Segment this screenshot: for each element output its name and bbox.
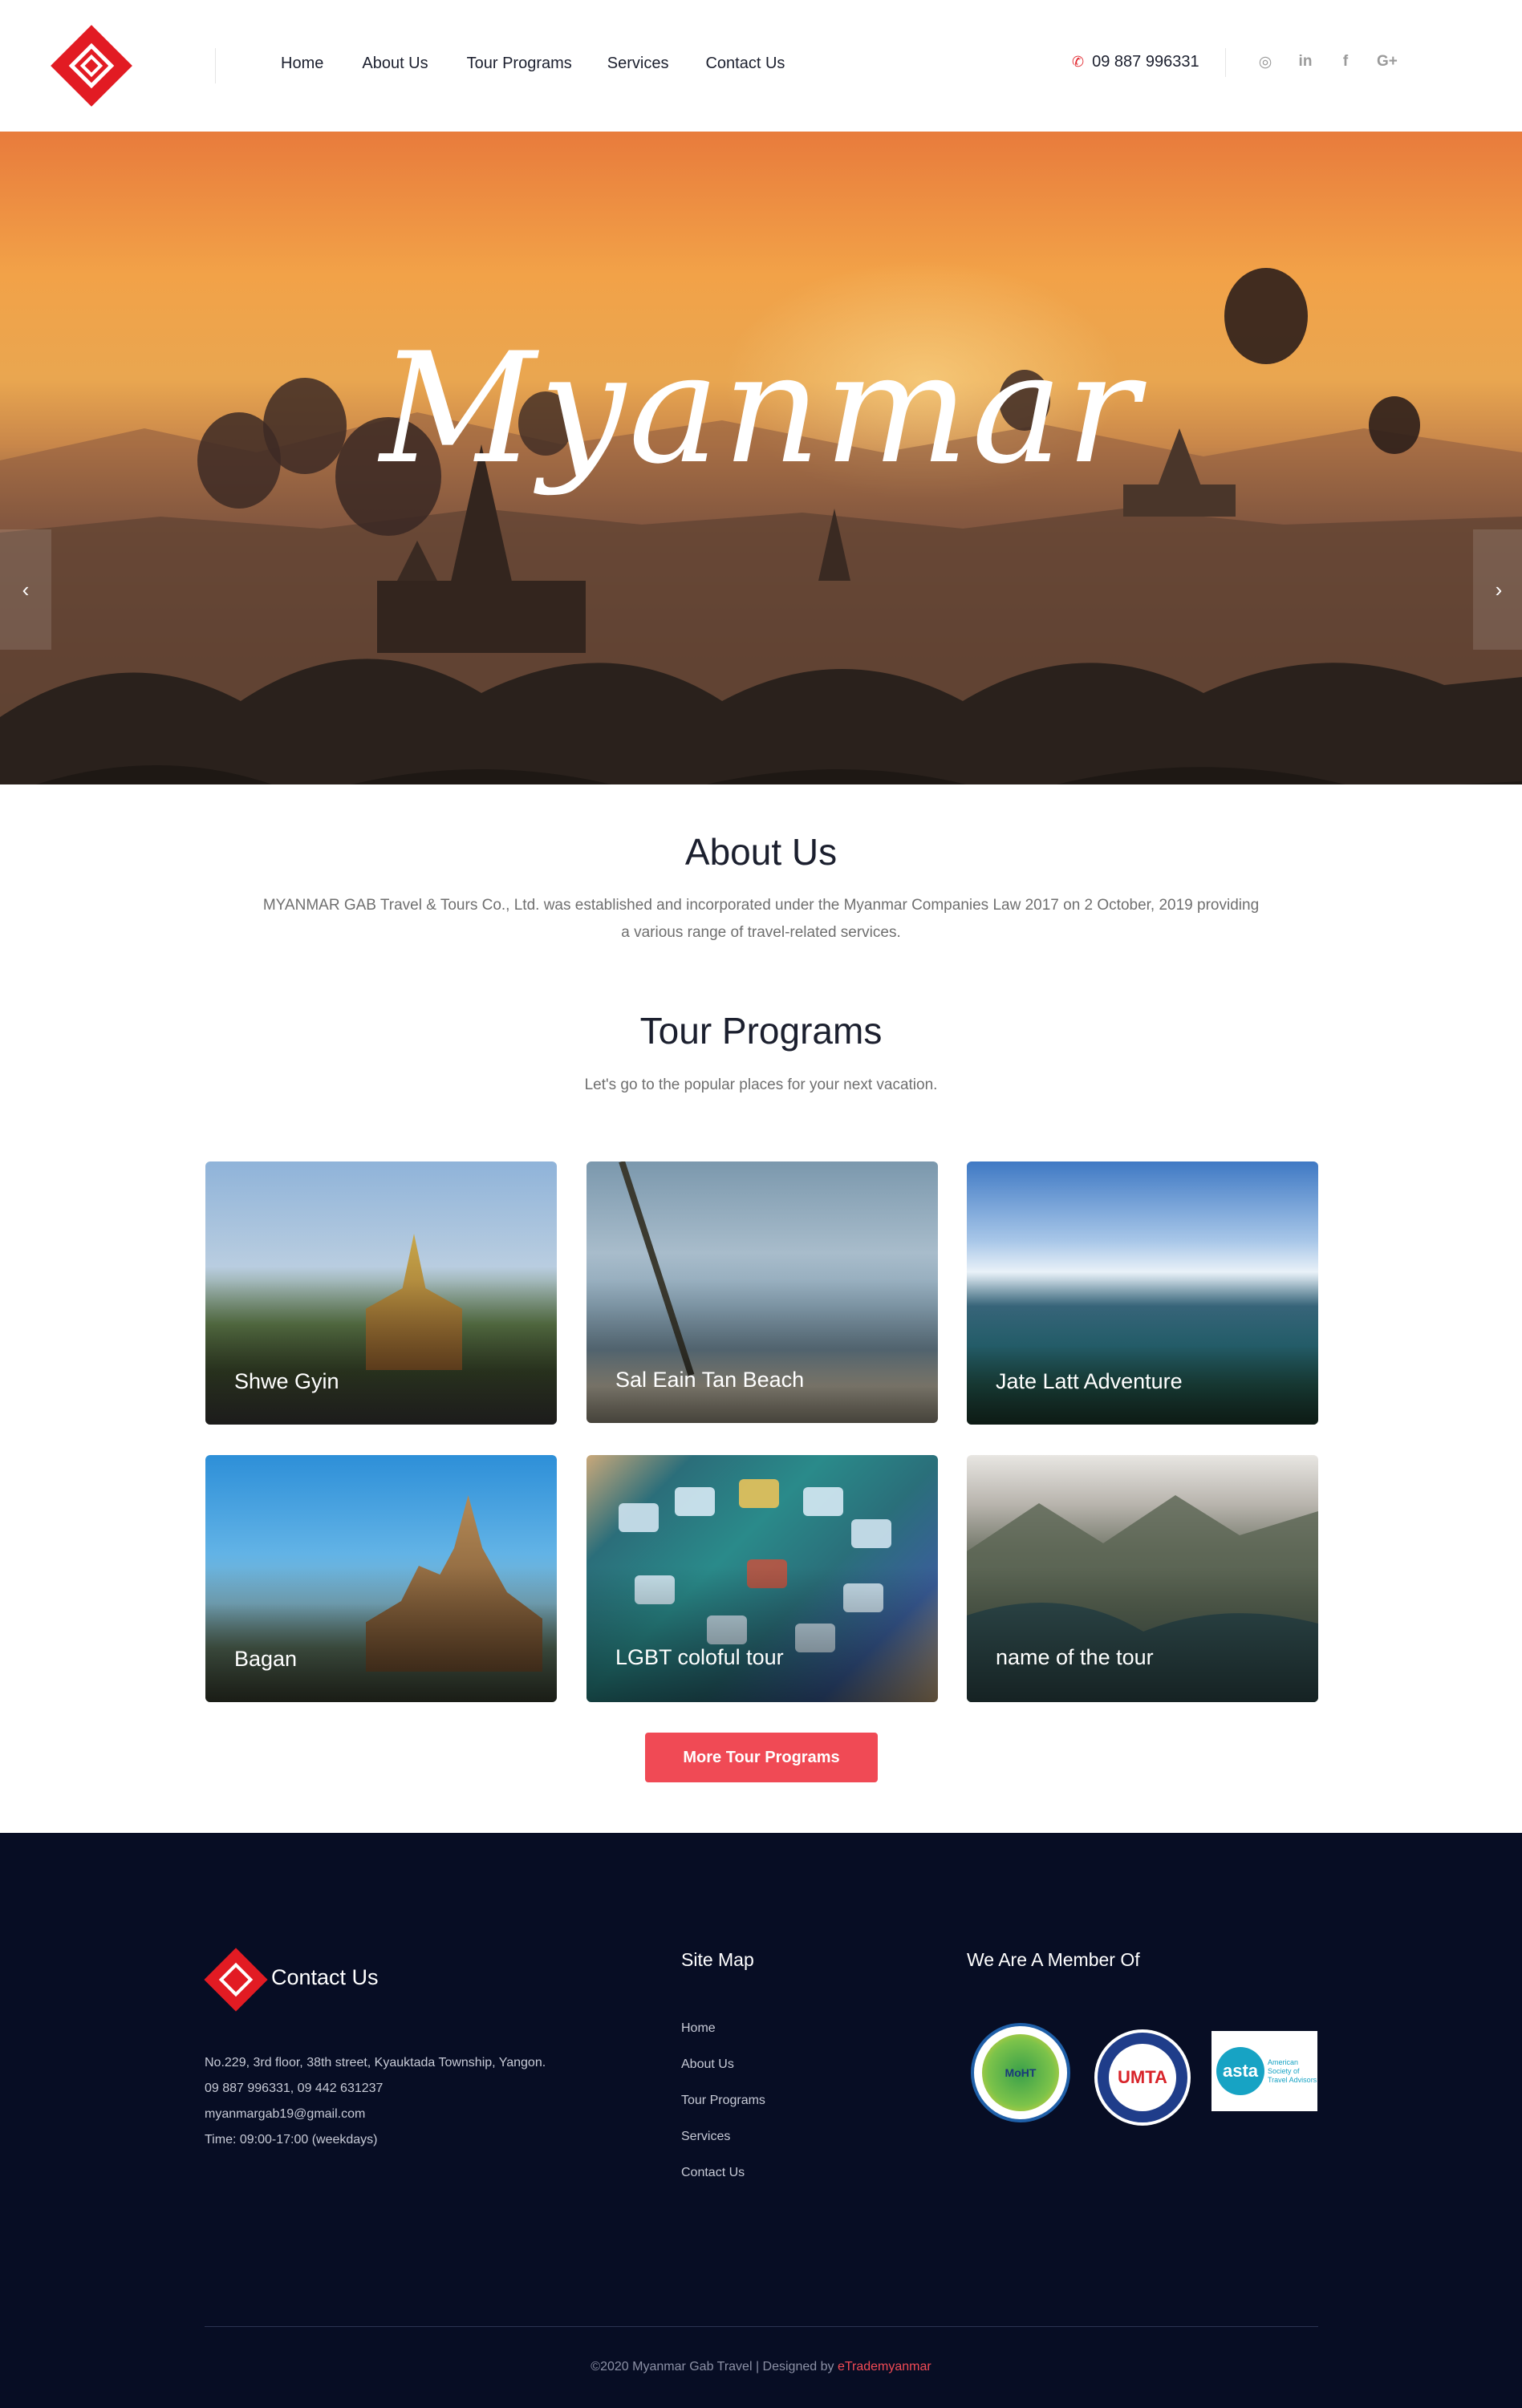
footer-link-about-us[interactable]: About Us — [681, 2046, 765, 2082]
site-header: Home About Us Tour Programs Services Con… — [0, 0, 1522, 132]
slider-prev-button[interactable]: ‹ — [0, 529, 51, 650]
ministry-hotels-tourism-badge: MoHT — [971, 2023, 1070, 2122]
footer-contact-title: Contact Us — [271, 1965, 379, 1989]
chevron-right-icon: › — [1495, 577, 1503, 602]
tours-subtitle: Let's go to the popular places for your … — [584, 1076, 938, 1093]
tour-card-name-of-the-tour[interactable]: name of the tour — [967, 1455, 1318, 1702]
footer-hours: Time: 09:00-17:00 (weekdays) — [205, 2133, 378, 2147]
tour-card-shwe-gyin[interactable]: Shwe Gyin — [205, 1161, 557, 1425]
nav-about-us[interactable]: About Us — [362, 55, 428, 73]
phone-number: 09 887 996331 — [1092, 53, 1199, 71]
footer-address: No.229, 3rd floor, 38th street, Kyauktad… — [205, 2056, 546, 2070]
copyright: ©2020 Myanmar Gab Travel | Designed by e… — [0, 2360, 1522, 2374]
nav-services[interactable]: Services — [607, 55, 669, 73]
footer-sitemap: Home About Us Tour Programs Services Con… — [681, 2010, 765, 2191]
footer-link-contact-us[interactable]: Contact Us — [681, 2155, 765, 2191]
about-text: MYANMAR GAB Travel & Tours Co., Ltd. was… — [262, 897, 1260, 941]
hero-slider: Myanmar ‹ › — [0, 132, 1522, 784]
social-links: ◎ in f G+ — [1256, 53, 1398, 71]
tour-card-label: Sal Eain Tan Beach — [615, 1368, 805, 1392]
footer-link-home[interactable]: Home — [681, 2010, 765, 2046]
tour-card-label: Bagan — [234, 1647, 298, 1671]
chevron-left-icon: ‹ — [22, 577, 30, 602]
designer-link[interactable]: eTrademyanmar — [838, 2360, 931, 2374]
brand-logo[interactable] — [51, 25, 132, 107]
umta-badge: UMTA — [1094, 2029, 1191, 2126]
phone-icon: ✆ — [1072, 54, 1085, 70]
footer-link-tour-programs[interactable]: Tour Programs — [681, 2082, 765, 2118]
tour-card-bagan[interactable]: Bagan — [205, 1455, 557, 1702]
footer-link-services[interactable]: Services — [681, 2118, 765, 2155]
nav-home[interactable]: Home — [281, 55, 323, 73]
header-divider — [215, 48, 216, 83]
tours-title: Tour Programs — [639, 1010, 883, 1052]
nav-contact-us[interactable]: Contact Us — [705, 55, 785, 73]
nav-tour-programs[interactable]: Tour Programs — [467, 55, 572, 73]
tour-card-label: Shwe Gyin — [234, 1369, 339, 1393]
footer-email[interactable]: myanmargab19@gmail.com — [205, 2102, 546, 2127]
copyright-text: ©2020 Myanmar Gab Travel | Designed by — [591, 2360, 838, 2374]
asta-badge-text: American Society of Travel Advisors — [1268, 2057, 1317, 2084]
footer-member-title: We Are A Member Of — [967, 1949, 1140, 1970]
hero-title: Myanmar — [379, 320, 1143, 497]
main-nav: Home About Us Tour Programs Services Con… — [281, 55, 823, 73]
footer-phones: 09 887 996331, 09 442 631237 — [205, 2082, 384, 2095]
slider-next-button[interactable]: › — [1473, 529, 1522, 650]
ministry-badge-short: MoHT — [1005, 2066, 1037, 2079]
header-divider-right — [1225, 48, 1226, 77]
tour-card-label: name of the tour — [996, 1645, 1154, 1669]
footer-logo[interactable] — [204, 1948, 268, 2012]
umta-badge-short: UMTA — [1118, 2067, 1167, 2087]
facebook-icon[interactable]: f — [1337, 53, 1354, 71]
linkedin-icon[interactable]: in — [1297, 53, 1314, 71]
tour-card-label: Jate Latt Adventure — [996, 1369, 1183, 1393]
asta-badge-short: asta — [1222, 2061, 1259, 2081]
footer-sitemap-title: Site Map — [681, 1949, 754, 1970]
footer-divider — [205, 2326, 1318, 2327]
tour-card-jate-latt-adventure[interactable]: Jate Latt Adventure — [967, 1161, 1318, 1425]
instagram-icon[interactable]: ◎ — [1256, 53, 1274, 71]
about-title: About Us — [684, 831, 838, 873]
google-plus-icon[interactable]: G+ — [1377, 53, 1398, 71]
tour-card-lgbt-colorful-tour[interactable]: LGBT coloful tour — [586, 1455, 938, 1702]
header-phone[interactable]: ✆ 09 887 996331 — [1072, 53, 1199, 71]
asta-badge: asta American Society of Travel Advisors — [1212, 2031, 1317, 2111]
footer-contact-details: No.229, 3rd floor, 38th street, Kyauktad… — [205, 2050, 546, 2153]
tour-card-sal-eain-tan-beach[interactable]: Sal Eain Tan Beach — [586, 1161, 938, 1423]
tour-card-label: LGBT coloful tour — [615, 1645, 784, 1669]
more-tour-programs-button[interactable]: More Tour Programs — [645, 1733, 878, 1782]
